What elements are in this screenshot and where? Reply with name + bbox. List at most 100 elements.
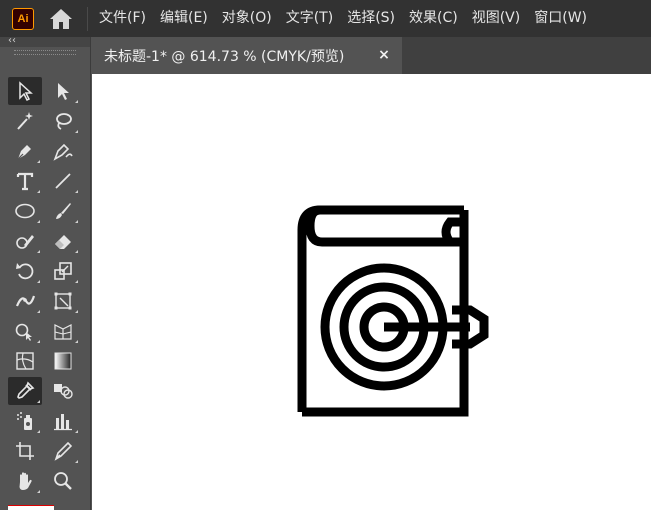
mesh-icon [16,352,34,370]
blend-icon [54,384,73,399]
menu-file[interactable]: 文件(F) [92,0,153,37]
document-tab-title: 未标题-1* @ 614.73 % (CMYK/预览) [104,48,345,65]
artboard-canvas[interactable] [92,74,651,510]
ellipse-icon [15,203,35,219]
flyout-indicator [37,310,40,313]
rotate-icon [16,263,34,280]
flyout-indicator [75,280,78,283]
home-icon [50,8,72,29]
menu-separator [87,6,88,31]
eraser-tool[interactable] [46,227,80,255]
hand-icon [19,472,32,490]
tool-grid [8,77,82,497]
menu-type[interactable]: 文字(T) [279,0,340,37]
type-icon [16,172,34,191]
rotate-tool[interactable] [8,257,42,285]
hand-tool[interactable] [8,467,42,495]
direct-selection-tool[interactable] [46,77,80,105]
tools-panel: ‹‹ [0,35,91,510]
lasso-tool[interactable] [46,107,80,135]
flyout-indicator [37,250,40,253]
brush-icon [56,203,71,219]
flyout-indicator [37,490,40,493]
symbol-sprayer-tool[interactable] [8,407,42,435]
curvature-tool[interactable] [46,137,80,165]
document-tab[interactable]: 未标题-1* @ 614.73 % (CMYK/预览) × [92,37,402,74]
gradient-icon [54,352,72,370]
arrow-icon [19,81,33,102]
menu-object[interactable]: 对象(O) [215,0,279,37]
type-tool[interactable] [8,167,42,195]
eraser-icon [55,235,71,249]
perspective-icon [54,324,72,340]
direct-arrow-icon [58,83,69,100]
ellipse-tool[interactable] [8,197,42,225]
mesh-tool[interactable] [8,347,42,375]
selection-tool[interactable] [8,77,42,105]
fill-stroke-swatch[interactable] [8,505,54,510]
home-button[interactable] [48,6,74,32]
flyout-indicator [75,310,78,313]
perspective-grid-tool[interactable] [46,317,80,345]
menu-select[interactable]: 选择(S) [340,0,402,37]
tools-panel-header: ‹‹ [0,35,90,47]
slice-icon [54,441,73,461]
shaper-tool[interactable] [8,227,42,255]
menu-view[interactable]: 视图(V) [465,0,528,37]
menu-window[interactable]: 窗口(W) [527,0,594,37]
magic-wand-icon [17,112,33,130]
free-transform-icon [54,292,72,310]
artboard-tool[interactable] [8,437,42,465]
flyout-indicator [37,430,40,433]
app-logo: Ai [12,7,34,30]
width-tool[interactable] [8,287,42,315]
eyedropper-icon [17,381,35,399]
symbol-sprayer-icon [17,412,32,430]
line-tool[interactable] [46,167,80,195]
flyout-indicator [75,130,78,133]
lasso-icon [56,113,72,130]
flyout-indicator [75,460,78,463]
curvature-pen-icon [53,143,73,161]
book-top-band [305,205,464,247]
blend-tool[interactable] [46,377,80,405]
illustrator-window: Ai 文件(F) 编辑(E) 对象(O) 文字(T) 选择(S) 效果(C) 视… [0,0,651,510]
eyedropper-tool[interactable] [8,377,42,405]
pen-tool[interactable] [8,137,42,165]
magic-wand-tool[interactable] [8,107,42,135]
flyout-indicator [37,400,40,403]
gradient-tool[interactable] [46,347,80,375]
artboard-icon [16,442,34,460]
zoom-tool[interactable] [46,467,80,495]
shape-builder-tool[interactable] [8,317,42,345]
paintbrush-tool[interactable] [46,197,80,225]
pen-icon [17,145,31,160]
flyout-indicator [75,430,78,433]
document-tab-bar: 未标题-1* @ 614.73 % (CMYK/预览) × [92,37,651,74]
flyout-indicator [75,340,78,343]
free-transform-tool[interactable] [46,287,80,315]
slice-tool[interactable] [46,437,80,465]
tools-panel-grip[interactable] [0,47,90,57]
flyout-indicator [75,250,78,253]
flyout-indicator [75,190,78,193]
flyout-indicator [37,190,40,193]
flyout-indicator [75,100,78,103]
menu-edit[interactable]: 编辑(E) [153,0,215,37]
zoom-icon [54,472,72,490]
line-icon [55,173,71,189]
close-icon[interactable]: × [376,47,392,63]
flyout-indicator [37,340,40,343]
flyout-indicator [37,160,40,163]
column-graph-tool[interactable] [46,407,80,435]
scale-icon [54,262,72,280]
target-book-artwork[interactable] [292,202,492,422]
collapse-panel-icon[interactable]: ‹‹ [8,35,16,47]
shape-builder-icon [15,323,32,341]
bar-graph-icon [54,414,72,431]
menu-effect[interactable]: 效果(C) [402,0,465,37]
grip-lines [14,49,76,55]
scale-tool[interactable] [46,257,80,285]
flyout-indicator [75,220,78,223]
width-icon [15,295,36,307]
